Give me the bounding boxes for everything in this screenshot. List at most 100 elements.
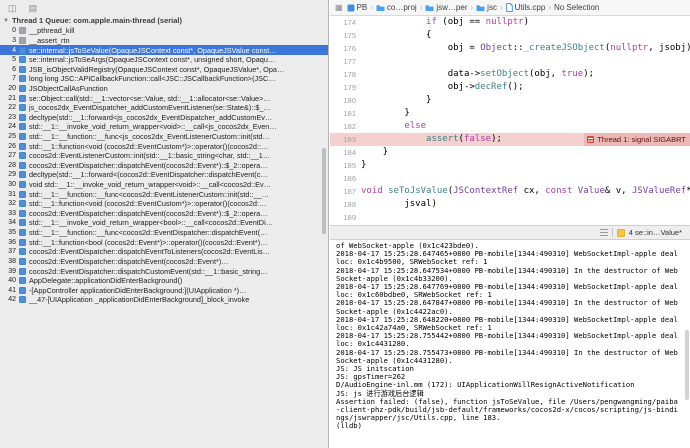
console-output[interactable]: of WebSocket-apple (0x1c423bde0).2018-04… bbox=[330, 240, 690, 448]
stack-frames-icon[interactable] bbox=[600, 229, 608, 236]
code-token: ) bbox=[524, 17, 529, 27]
stack-frame[interactable]: 27cocos2d::EventListenerCustom::init(std… bbox=[0, 151, 328, 161]
frame-label: js_cocos2dx_EventDispatcher_addCustomEve… bbox=[29, 103, 328, 112]
code-line[interactable]: 183 assert(false);Thread 1: signal SIGAB… bbox=[330, 133, 690, 146]
console-line: 2018-04-17 15:25:28.647847+0800 PB-mobil… bbox=[336, 299, 680, 315]
stack-frame[interactable]: 28cocos2d::EventDispatcher::dispatchEven… bbox=[0, 161, 328, 171]
code-line[interactable]: 185} bbox=[330, 159, 690, 172]
related-items-icon[interactable]: ▦ bbox=[335, 3, 343, 12]
stack-frame[interactable]: 39cocos2d::EventDispatcher::dispatchCust… bbox=[0, 266, 328, 276]
stack-frame[interactable]: 20JSObjectCallAsFunction bbox=[0, 84, 328, 94]
stack-frame[interactable]: 32std::__1::function<void (cocos2d::Even… bbox=[0, 199, 328, 209]
folder-icon bbox=[476, 4, 485, 12]
stack-frame[interactable]: 6JSB_isObjectValidRegistry(OpaqueJSConte… bbox=[0, 64, 328, 74]
code-token: { bbox=[361, 30, 431, 40]
code-token: ); bbox=[583, 69, 594, 79]
debug-bar: 4 se::in…Value* bbox=[330, 225, 690, 240]
stack-frame[interactable]: 25std::__1::__function::__func<js_cocos2… bbox=[0, 132, 328, 142]
stack-frame[interactable]: 7long long JSC::APICallbackFunction::cal… bbox=[0, 74, 328, 84]
stack-frame[interactable]: 35std::__1::__function::__func<cocos2d::… bbox=[0, 228, 328, 238]
code-token: nullptr bbox=[486, 17, 524, 27]
panes-icon[interactable]: ◫ bbox=[8, 4, 17, 13]
stack-frame[interactable]: 33cocos2d::EventDispatcher::dispatchEven… bbox=[0, 209, 328, 219]
frame-label: decltype(std::__1::forward<js_cocos2dx_E… bbox=[29, 113, 328, 122]
code-text: } bbox=[361, 159, 366, 172]
code-token: Object bbox=[480, 43, 513, 53]
code-line[interactable]: 177 bbox=[330, 55, 690, 68]
frame-number: 7 bbox=[2, 75, 16, 82]
frame-number: 35 bbox=[2, 229, 16, 236]
code-line[interactable]: 186 bbox=[330, 172, 690, 185]
frame-number: 22 bbox=[2, 104, 16, 111]
stack-frame[interactable]: 34std::__1::__invoke_void_return_wrapper… bbox=[0, 218, 328, 228]
stack-frame[interactable]: 37cocos2d::EventDispatcher::dispatchEven… bbox=[0, 247, 328, 257]
breadcrumb-separator: › bbox=[500, 3, 503, 12]
crash-annotation[interactable]: Thread 1: signal SIGABRT bbox=[584, 133, 690, 146]
code-token: true bbox=[562, 69, 584, 79]
code-token: } bbox=[361, 160, 366, 170]
code-line[interactable]: 187void seToJsValue(JSContextRef cx, con… bbox=[330, 185, 690, 198]
breadcrumb-item[interactable]: jsw…per bbox=[425, 3, 467, 12]
navigator-toolbar: ◫ ▤ bbox=[0, 0, 328, 15]
frame-number: 25 bbox=[2, 133, 16, 140]
frame-number: 6 bbox=[2, 66, 16, 73]
navigator-scrollbar[interactable] bbox=[322, 148, 326, 234]
stack-frame[interactable]: 24std::__1::__invoke_void_return_wrapper… bbox=[0, 122, 328, 132]
frame-label: __assert_rtn bbox=[29, 36, 328, 45]
code-line[interactable]: 174 if (obj == nullptr) bbox=[330, 16, 690, 29]
frame-label: std::__1::__function::__func<cocos2d::Ev… bbox=[29, 190, 328, 199]
stack-frame[interactable]: 26std::__1::function<void (cocos2d::Even… bbox=[0, 141, 328, 151]
code-line[interactable]: 180 } bbox=[330, 94, 690, 107]
code-line[interactable]: 175 { bbox=[330, 29, 690, 42]
code-line[interactable]: 188 jsval) bbox=[330, 198, 690, 211]
stack-frame[interactable]: 4se::internal::jsToSeValue(OpaqueJSConte… bbox=[0, 45, 328, 55]
stack-frame[interactable]: 30void std::__1::__invoke_void_return_wr… bbox=[0, 180, 328, 190]
code-token: false bbox=[464, 134, 491, 144]
breadcrumb-item[interactable]: Utils.cpp bbox=[506, 3, 546, 12]
stack-frame[interactable]: 42__47-[UIApplication _applicationDidEnt… bbox=[0, 295, 328, 305]
stack-frame[interactable]: 0__pthread_kill bbox=[0, 26, 328, 36]
frame-number: 40 bbox=[2, 277, 16, 284]
frame-label: std::__1::function<bool (cocos2d::Event*… bbox=[29, 238, 328, 247]
console-scrollbar[interactable] bbox=[685, 330, 689, 400]
line-number: 176 bbox=[330, 42, 361, 55]
stack-frame[interactable]: 38cocos2d::EventDispatcher::dispatchEven… bbox=[0, 257, 328, 267]
breadcrumb-item[interactable]: No Selection bbox=[554, 3, 599, 12]
disclosure-triangle-icon[interactable]: ▼ bbox=[3, 18, 9, 24]
breadcrumb-item[interactable]: co…proj bbox=[376, 3, 417, 12]
code-line[interactable]: 179 obj->decRef(); bbox=[330, 81, 690, 94]
code-token: (obj == bbox=[437, 17, 486, 27]
code-line[interactable]: 189 bbox=[330, 211, 690, 224]
code-token: _createJSObject bbox=[524, 43, 605, 53]
breadcrumb-item[interactable]: jsc bbox=[476, 3, 497, 12]
stack-frame[interactable]: 36std::__1::function<bool (cocos2d::Even… bbox=[0, 237, 328, 247]
stack-frame[interactable]: 22 js_cocos2dx_EventDispatcher_addCustomE… bbox=[0, 103, 328, 113]
frame-label: se::internal::jsToSeValue(OpaqueJSContex… bbox=[29, 46, 328, 55]
frame-number: 33 bbox=[2, 210, 16, 217]
frame-number: 32 bbox=[2, 200, 16, 207]
breadcrumb-label: jsc bbox=[487, 3, 497, 12]
code-token: JSContextRef bbox=[453, 186, 518, 196]
stack-frame[interactable]: 3__assert_rtn bbox=[0, 36, 328, 46]
stack-frame[interactable]: 40AppDelegate::applicationDidEnterBackgr… bbox=[0, 276, 328, 286]
stack-frame[interactable]: 41-[AppController applicationDidEnterBac… bbox=[0, 285, 328, 295]
current-frame-label[interactable]: 4 se::in…Value* bbox=[629, 228, 682, 237]
thread-header[interactable]: ▼ Thread 1 Queue: com.apple.main-thread … bbox=[0, 15, 328, 26]
stack-frame[interactable]: 21se::Object::call(std::__1::vector<se::… bbox=[0, 93, 328, 103]
stack-frame[interactable]: 31std::__1::__function::__func<cocos2d::… bbox=[0, 189, 328, 199]
frame-icon bbox=[19, 210, 26, 217]
code-line[interactable]: 184 } bbox=[330, 146, 690, 159]
frame-label: cocos2d::EventListenerCustom::init(std::… bbox=[29, 151, 328, 160]
code-token: ); bbox=[491, 134, 502, 144]
code-line[interactable]: 181 } bbox=[330, 107, 690, 120]
frame-icon bbox=[19, 114, 26, 121]
list-view-icon[interactable]: ▤ bbox=[29, 4, 38, 13]
breadcrumb-item[interactable]: PB bbox=[347, 3, 368, 12]
code-line[interactable]: 178 data->setObject(obj, true); bbox=[330, 68, 690, 81]
lldb-prompt[interactable]: (lldb) bbox=[336, 422, 680, 430]
code-line[interactable]: 176 obj = Object::_createJSObject(nullpt… bbox=[330, 42, 690, 55]
stack-frame[interactable]: 5se::internal::jsToSeArgs(OpaqueJSContex… bbox=[0, 55, 328, 65]
stack-frame[interactable]: 29decltype(std::__1::forward<(cocos2d::E… bbox=[0, 170, 328, 180]
stack-frame[interactable]: 23decltype(std::__1::forward<js_cocos2dx… bbox=[0, 112, 328, 122]
code-line[interactable]: 182 else bbox=[330, 120, 690, 133]
